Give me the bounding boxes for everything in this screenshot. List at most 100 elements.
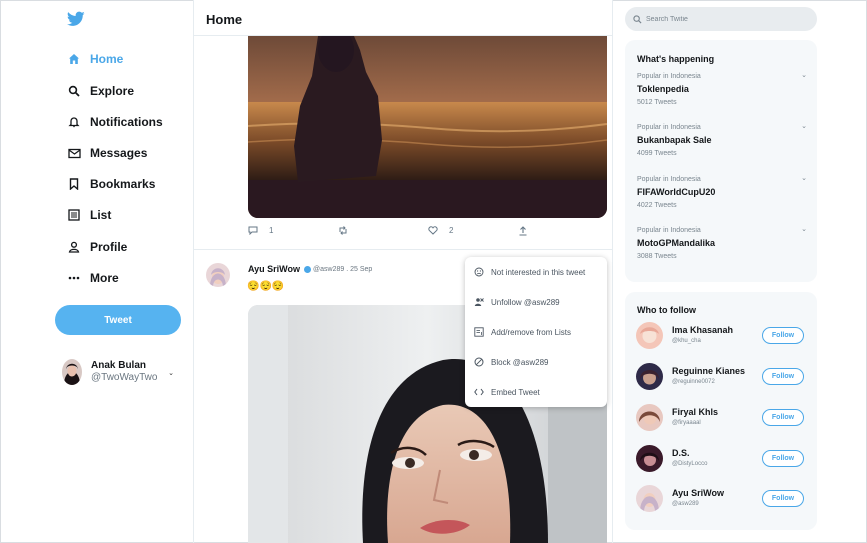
search-icon — [67, 84, 81, 98]
code-icon — [474, 387, 484, 397]
avatar[interactable] — [206, 263, 230, 287]
tweet-options-menu: Not interested in this tweet Unfollow @a… — [465, 257, 607, 407]
nav-list[interactable]: List — [67, 205, 111, 225]
account-switcher[interactable]: Anak Bulan @TwoWayTwo ⌄ — [62, 358, 180, 386]
frown-icon — [474, 267, 484, 277]
follow-suggestion: D.S. @DistyLocco Follow — [636, 444, 808, 474]
trend-item[interactable]: Popular in Indonesia Toklenpedia 5012 Tw… — [637, 71, 807, 113]
avatar[interactable] — [636, 445, 663, 472]
nav-profile-label: Profile — [90, 240, 128, 254]
trend-tag: FIFAWorldCupU20 — [637, 187, 716, 197]
nav-bookmarks[interactable]: Bookmarks — [67, 174, 155, 194]
follow-handle: @DistyLocco — [672, 461, 708, 467]
tweet-text: 😌😌😌 — [247, 281, 285, 292]
nav-profile[interactable]: Profile — [67, 237, 127, 257]
block-icon — [474, 357, 484, 367]
trend-context: Popular in Indonesia — [637, 124, 701, 131]
search-input[interactable] — [646, 15, 806, 23]
share-button[interactable] — [518, 226, 528, 236]
follow-name[interactable]: Ima Khasanah — [672, 325, 733, 335]
timeline-header: Home — [194, 0, 612, 36]
menu-block[interactable]: Block @asw289 — [465, 348, 607, 376]
tweet-button[interactable]: Tweet — [55, 305, 181, 335]
heart-icon — [428, 226, 438, 235]
trend-count: 4022 Tweets — [637, 202, 677, 209]
nav-more[interactable]: More — [67, 268, 119, 288]
twitter-bird-icon[interactable] — [66, 11, 85, 29]
reply-icon — [248, 226, 258, 235]
unfollow-user-icon — [474, 297, 484, 307]
follow-name[interactable]: Firyal Khls — [672, 407, 718, 417]
tweet-header: Ayu SriWow @asw289 . 25 Sep — [248, 264, 372, 274]
chevron-down-icon[interactable]: ⌄ — [801, 122, 807, 130]
follow-name[interactable]: Reguinne Kianes — [672, 366, 745, 376]
trend-context: Popular in Indonesia — [637, 176, 701, 183]
trend-count: 4099 Tweets — [637, 150, 677, 157]
avatar[interactable] — [636, 485, 663, 512]
reply-count: 1 — [269, 226, 274, 235]
tweet-image-sunset[interactable] — [248, 36, 607, 218]
follow-button[interactable]: Follow — [762, 409, 804, 426]
nav-more-label: More — [90, 271, 119, 285]
menu-lists[interactable]: Add/remove from Lists — [465, 318, 607, 346]
home-icon — [67, 52, 81, 66]
nav-explore-label: Explore — [90, 84, 135, 98]
verified-badge-icon — [304, 265, 312, 273]
follow-button[interactable]: Follow — [762, 327, 804, 344]
like-button[interactable]: 2 — [428, 226, 453, 235]
nav-home-label: Home — [90, 52, 124, 66]
nav-list-label: List — [90, 208, 112, 222]
account-name: Anak Bulan — [91, 360, 147, 371]
follow-handle: @reguinne0072 — [672, 379, 715, 385]
retweet-icon — [339, 226, 347, 235]
menu-block-label: Block @asw289 — [491, 357, 549, 367]
like-count: 2 — [449, 226, 454, 235]
tweet-author-name[interactable]: Ayu SriWow — [248, 264, 300, 274]
menu-embed[interactable]: Embed Tweet — [465, 378, 607, 406]
menu-embed-label: Embed Tweet — [491, 387, 540, 397]
list-icon — [67, 208, 81, 222]
avatar[interactable] — [636, 363, 663, 390]
nav-home[interactable]: Home — [67, 49, 123, 69]
follow-name[interactable]: Ayu SriWow — [672, 488, 724, 498]
nav-explore[interactable]: Explore — [67, 81, 134, 101]
chevron-down-icon[interactable]: ⌄ — [801, 174, 807, 182]
page-title: Home — [206, 12, 243, 27]
tweet-divider — [194, 249, 612, 250]
avatar[interactable] — [636, 404, 663, 431]
follow-suggestion: Ayu SriWow @asw289 Follow — [636, 484, 808, 514]
follow-button[interactable]: Follow — [762, 490, 804, 507]
reply-button[interactable]: 1 — [248, 226, 273, 235]
follow-suggestion: Ima Khasanah @khu_cha Follow — [636, 321, 808, 351]
follow-handle: @asw289 — [672, 501, 699, 507]
menu-lists-label: Add/remove from Lists — [491, 327, 572, 337]
nav-notifications[interactable]: Notifications — [67, 112, 163, 132]
retweet-button[interactable] — [338, 226, 348, 235]
menu-not-interested-label: Not interested in this tweet — [491, 267, 586, 277]
trend-tag: Toklenpedia — [637, 84, 689, 94]
follow-button[interactable]: Follow — [762, 368, 804, 385]
search-icon — [633, 14, 642, 24]
trend-item[interactable]: Popular in Indonesia Bukanbapak Sale 409… — [637, 122, 807, 164]
avatar[interactable] — [636, 322, 663, 349]
follow-button[interactable]: Follow — [762, 450, 804, 467]
trend-item[interactable]: Popular in Indonesia FIFAWorldCupU20 402… — [637, 174, 807, 216]
trend-tag: MotoGPMandalika — [637, 238, 716, 248]
menu-not-interested[interactable]: Not interested in this tweet — [465, 258, 607, 286]
trend-count: 5012 Tweets — [637, 99, 677, 106]
follow-name[interactable]: D.S. — [672, 448, 690, 458]
tweet-meta: @asw289 . 25 Sep — [313, 265, 373, 273]
chevron-down-icon[interactable]: ⌄ — [801, 71, 807, 79]
trend-item[interactable]: Popular in Indonesia MotoGPMandalika 308… — [637, 225, 807, 267]
follow-suggestion: Firyal Khls @firyaaaal Follow — [636, 403, 808, 433]
who-to-follow-panel: Who to follow Ima Khasanah @khu_cha Foll… — [625, 292, 817, 530]
menu-unfollow[interactable]: Unfollow @asw289 — [465, 288, 607, 316]
bookmark-icon — [67, 177, 81, 191]
trend-count: 3088 Tweets — [637, 253, 677, 260]
chevron-down-icon[interactable]: ⌄ — [801, 225, 807, 233]
bell-icon — [67, 115, 81, 129]
search-bar[interactable] — [625, 7, 817, 31]
follow-handle: @khu_cha — [672, 338, 701, 344]
nav-messages[interactable]: Messages — [67, 143, 147, 163]
nav-notifications-label: Notifications — [90, 115, 163, 129]
